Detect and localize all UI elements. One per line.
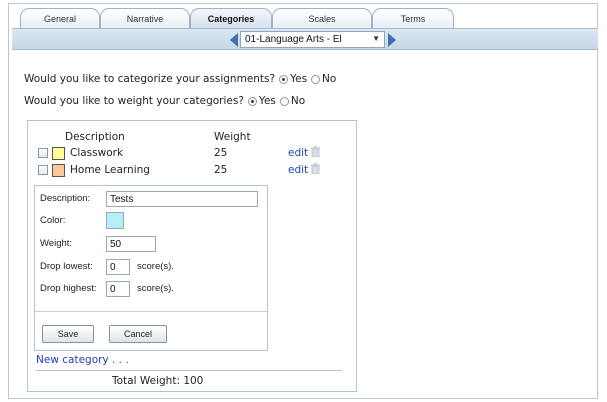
new-category-link[interactable]: New category . . . [36,354,129,366]
category-edit-form: Description: Tests Color: Weight: 50 Dro… [34,185,268,351]
weight-yes-label: Yes [258,95,276,107]
category-edit-link[interactable]: edit [288,164,308,176]
weight-yes-radio[interactable] [247,96,257,106]
categorize-yes-radio[interactable] [279,74,289,84]
course-dropdown-value: 01-Language Arts - El [245,34,342,45]
category-name: Home Learning [70,164,150,176]
weight-input[interactable]: 50 [106,236,156,252]
categorize-yes-label: Yes [290,73,308,85]
categorize-question-text: Would you like to categorize your assign… [24,73,276,85]
description-header: Description [65,131,125,143]
form-divider [35,311,267,312]
drop-lowest-label: Drop lowest: [40,261,93,272]
chevron-down-icon: ▼ [372,34,380,43]
category-weight: 25 [214,147,228,159]
category-color-swatch [52,146,65,160]
category-weight: 25 [214,164,228,176]
category-row: Classwork 25 edit [38,145,338,161]
weight-no-radio[interactable] [279,96,289,106]
arrow-left-icon[interactable] [230,33,238,47]
category-name: Classwork [70,147,124,159]
category-row: Home Learning 25 edit [38,162,338,178]
drop-highest-label: Drop highest: [40,283,97,294]
weight-no-label: No [290,95,306,107]
tab-categories[interactable]: Categories [190,8,272,29]
description-label: Description: [40,193,91,204]
categorize-no-label: No [322,73,337,85]
weight-question-text: Would you like to weight your categories… [24,95,244,107]
trash-icon[interactable] [311,146,320,157]
categorize-no-radio[interactable] [311,74,321,84]
categorize-question: Would you like to categorize your assign… [24,73,336,85]
total-weight: Total Weight: 100 [112,375,204,387]
drop-highest-suffix: score(s). [137,283,174,294]
trash-icon[interactable] [311,163,320,174]
arrow-right-icon[interactable] [388,33,396,47]
description-input[interactable]: Tests [106,191,258,207]
tab-general[interactable]: General [20,8,100,28]
save-button[interactable]: Save [42,325,94,343]
drop-lowest-input[interactable]: 0 [106,259,130,275]
color-picker[interactable] [106,212,124,229]
weight-question: Would you like to weight your categories… [24,95,305,107]
tab-terms[interactable]: Terms [372,8,454,28]
drop-highest-input[interactable]: 0 [106,281,130,297]
total-divider [36,370,342,371]
weight-header: Weight [214,131,251,143]
cancel-button[interactable]: Cancel [109,325,167,343]
course-selector-bar: 01-Language Arts - El ▼ [12,28,598,50]
drop-lowest-suffix: score(s). [137,261,174,272]
course-dropdown[interactable]: 01-Language Arts - El ▼ [240,31,385,48]
category-checkbox[interactable] [38,165,48,175]
category-color-swatch [52,163,65,177]
tab-scales[interactable]: Scales [272,8,372,28]
color-label: Color: [40,215,66,226]
weight-label: Weight: [40,238,73,249]
categories-panel: Description Weight Classwork 25 edit Hom… [27,120,357,392]
category-edit-link[interactable]: edit [288,147,308,159]
category-checkbox[interactable] [38,148,48,158]
tab-narrative[interactable]: Narrative [100,8,190,28]
